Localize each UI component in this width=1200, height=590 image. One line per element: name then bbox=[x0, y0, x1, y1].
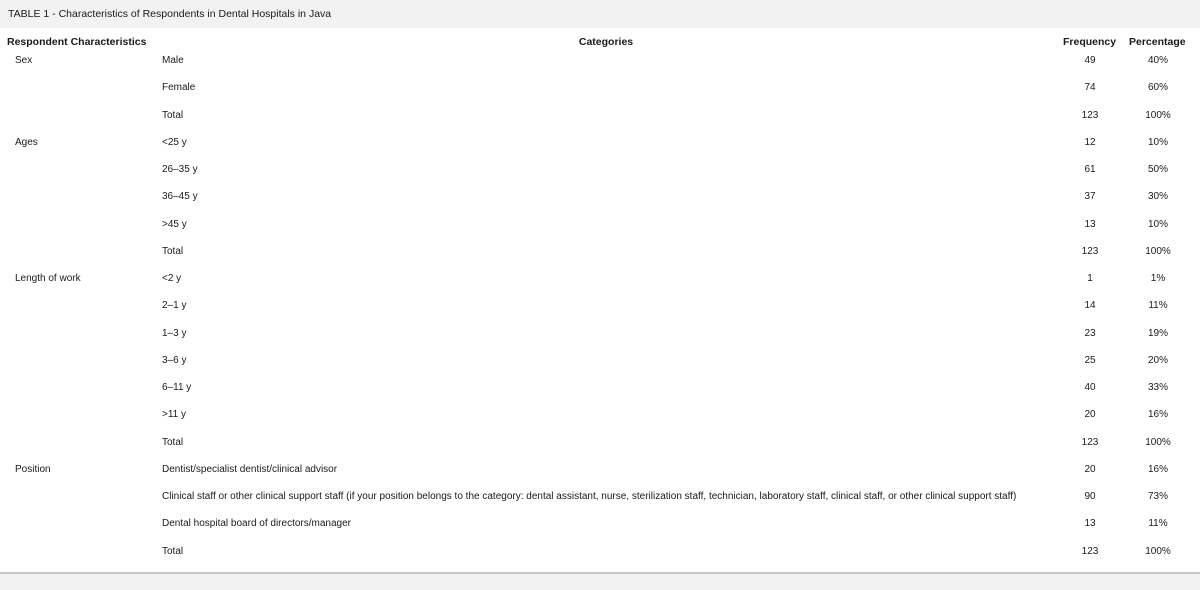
percentage-cell: 100% bbox=[1145, 245, 1171, 257]
frequency-cell: 13 bbox=[1084, 518, 1096, 530]
frequency-cell: 61 bbox=[1084, 164, 1096, 175]
category-cell: <25 y bbox=[162, 136, 187, 148]
table-row: 36–45 y 37 30% bbox=[0, 186, 1200, 213]
percentage-cell: 10% bbox=[1147, 218, 1168, 230]
category-cell: 26–35 y bbox=[162, 164, 198, 175]
category-cell: 6–11 y bbox=[162, 382, 192, 393]
category-cell: Clinical staff or other clinical support… bbox=[162, 491, 1017, 502]
category-cell: Female bbox=[162, 82, 196, 94]
percentage-cell: 60% bbox=[1147, 82, 1168, 94]
percentage-cell: 16% bbox=[1147, 463, 1168, 475]
table-row: Female 74 60% bbox=[0, 77, 1200, 104]
frequency-cell: 49 bbox=[1084, 55, 1096, 66]
category-cell: Total bbox=[162, 545, 184, 557]
frequency-cell: 123 bbox=[1081, 109, 1099, 121]
percentage-cell: 11% bbox=[1148, 300, 1168, 312]
footer-bar bbox=[0, 574, 1200, 590]
characteristic-cell: Sex bbox=[15, 55, 33, 66]
table-row: Total 123 100% bbox=[0, 541, 1200, 568]
table-row: Position Dentist/specialist dentist/clini… bbox=[0, 459, 1200, 486]
frequency-cell: 74 bbox=[1084, 82, 1096, 94]
percentage-cell: 33% bbox=[1147, 382, 1168, 393]
table-row: 3–6 y 25 20% bbox=[0, 350, 1200, 377]
table-row: 26–35 y 61 50% bbox=[0, 159, 1200, 186]
category-cell: Male bbox=[162, 55, 184, 66]
frequency-cell: 123 bbox=[1081, 245, 1099, 257]
percentage-cell: 73% bbox=[1147, 491, 1168, 502]
percentage-cell: 100% bbox=[1145, 545, 1171, 557]
frequency-cell: 90 bbox=[1084, 491, 1096, 502]
table-row: >45 y 13 10% bbox=[0, 214, 1200, 241]
table-row: 2–1 y 14 11% bbox=[0, 295, 1200, 322]
percentage-cell: 100% bbox=[1145, 109, 1171, 121]
respondent-table: Respondent Characteristics Categories Fr… bbox=[0, 28, 1200, 573]
category-cell: 36–45 y bbox=[162, 191, 198, 203]
table-row: 1–3 y 23 19% bbox=[0, 323, 1200, 350]
frequency-cell: 14 bbox=[1084, 300, 1096, 312]
table-row: Total 123 100% bbox=[0, 105, 1200, 132]
category-cell: Total bbox=[162, 436, 184, 448]
characteristic-cell: Length of work bbox=[15, 273, 81, 284]
percentage-cell: 100% bbox=[1145, 436, 1171, 448]
frequency-cell: 1 bbox=[1087, 273, 1093, 284]
percentage-cell: 1% bbox=[1150, 273, 1166, 284]
table-row: Length of work <2 y 1 1% bbox=[0, 268, 1200, 295]
header-frequency: Frequency bbox=[1063, 36, 1117, 48]
table-row: >11 y 20 16% bbox=[0, 404, 1200, 431]
table-row: Total 123 100% bbox=[0, 432, 1200, 459]
frequency-cell: 20 bbox=[1084, 463, 1096, 475]
category-cell: 3–6 y bbox=[162, 354, 187, 366]
table-row: Dental hospital board of directors/manag… bbox=[0, 513, 1200, 540]
table-row: Sex Male 49 40% bbox=[0, 50, 1200, 77]
percentage-cell: 10% bbox=[1147, 136, 1168, 148]
header-categories: Categories bbox=[578, 36, 634, 48]
frequency-cell: 23 bbox=[1084, 327, 1096, 339]
category-cell: Total bbox=[162, 245, 184, 257]
category-cell: Total bbox=[162, 109, 184, 121]
frequency-cell: 13 bbox=[1084, 218, 1096, 230]
frequency-cell: 37 bbox=[1084, 191, 1096, 203]
characteristic-cell: Ages bbox=[15, 136, 38, 148]
category-cell: Dental hospital board of directors/manag… bbox=[162, 518, 351, 530]
category-cell: 2–1 y bbox=[162, 300, 187, 312]
percentage-cell: 50% bbox=[1147, 164, 1168, 175]
table-header-row: Respondent Characteristics Categories Fr… bbox=[0, 36, 1200, 50]
characteristic-cell: Position bbox=[15, 463, 51, 475]
table-row: Ages <25 y 12 10% bbox=[0, 132, 1200, 159]
frequency-cell: 40 bbox=[1084, 382, 1096, 393]
percentage-cell: 11% bbox=[1148, 518, 1168, 530]
percentage-cell: 30% bbox=[1147, 191, 1168, 203]
percentage-cell: 19% bbox=[1147, 327, 1168, 339]
category-cell: <2 y bbox=[162, 273, 182, 284]
table-row: Clinical staff or other clinical support… bbox=[0, 486, 1200, 513]
percentage-cell: 20% bbox=[1147, 354, 1168, 366]
table-caption: TABLE 1 - Characteristics of Respondents… bbox=[8, 8, 332, 20]
percentage-cell: 16% bbox=[1147, 409, 1168, 421]
table-body: Sex Male 49 40% Female 74 60% Total 123 100% Ages <… bbox=[0, 50, 1200, 568]
table-row: Total 123 100% bbox=[0, 241, 1200, 268]
frequency-cell: 123 bbox=[1081, 436, 1099, 448]
frequency-cell: 12 bbox=[1084, 136, 1096, 148]
category-cell: >45 y bbox=[162, 218, 187, 230]
category-cell: Dentist/specialist dentist/clinical advi… bbox=[162, 463, 338, 475]
table-row: 6–11 y 40 33% bbox=[0, 377, 1200, 404]
category-cell: >11 y bbox=[162, 409, 186, 421]
caption-bar: TABLE 1 - Characteristics of Respondents… bbox=[0, 0, 1200, 28]
category-cell: 1–3 y bbox=[162, 327, 187, 339]
frequency-cell: 25 bbox=[1084, 354, 1096, 366]
frequency-cell: 20 bbox=[1084, 409, 1096, 421]
header-percentage: Percentage bbox=[1129, 36, 1186, 48]
page: TABLE 1 - Characteristics of Respondents… bbox=[0, 0, 1200, 590]
percentage-cell: 40% bbox=[1147, 55, 1168, 66]
frequency-cell: 123 bbox=[1081, 545, 1099, 557]
